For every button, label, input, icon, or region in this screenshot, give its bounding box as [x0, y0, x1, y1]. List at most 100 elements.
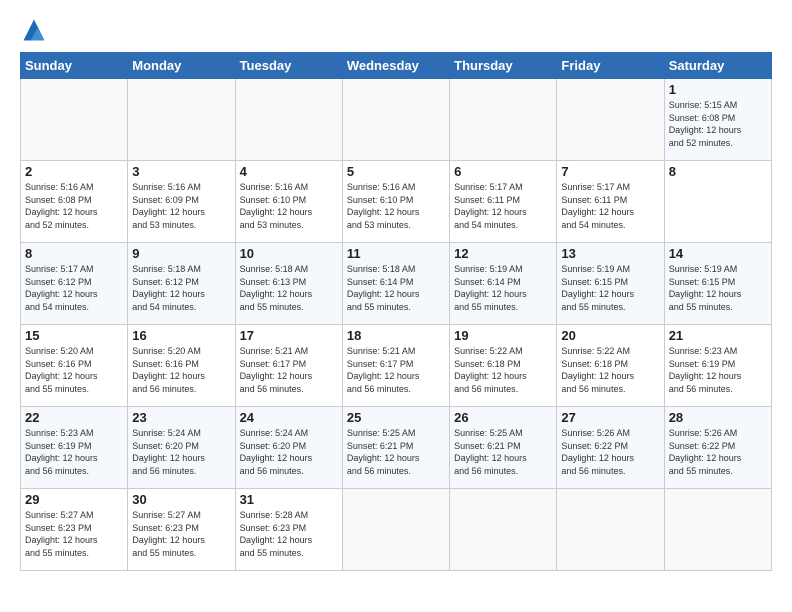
weekday-header-wednesday: Wednesday — [342, 53, 449, 79]
calendar-cell: 22Sunrise: 5:23 AM Sunset: 6:19 PM Dayli… — [21, 407, 128, 489]
calendar-cell — [235, 79, 342, 161]
day-info: Sunrise: 5:22 AM Sunset: 6:18 PM Dayligh… — [454, 345, 552, 395]
calendar-cell: 2 Sunrise: 5:16 AM Sunset: 6:08 PM Daylig… — [21, 161, 128, 243]
day-info: Sunrise: 5:16 AM Sunset: 6:10 PM Dayligh… — [240, 181, 338, 231]
day-number: 27 — [561, 410, 659, 425]
day-number: 2 — [25, 164, 123, 179]
day-number: 17 — [240, 328, 338, 343]
calendar-cell: 19 Sunrise: 5:22 AM Sunset: 6:18 PM Dayli… — [450, 325, 557, 407]
calendar-cell: 29 Sunrise: 5:27 AM Sunset: 6:23 PM Dayli… — [21, 489, 128, 571]
day-number: 8 — [669, 164, 767, 179]
day-number: 21 — [669, 328, 767, 343]
calendar-cell: 1 Sunrise: 5:15 AM Sunset: 6:08 PM Daylig… — [664, 79, 771, 161]
calendar-cell: 6 Sunrise: 5:17 AM Sunset: 6:11 PM Daylig… — [450, 161, 557, 243]
day-number: 29 — [25, 492, 123, 507]
day-number: 11 — [347, 246, 445, 261]
day-info: Sunrise: 5:18 AM Sunset: 6:12 PM Dayligh… — [132, 263, 230, 313]
calendar-cell: 12 Sunrise: 5:19 AM Sunset: 6:14 PM Dayli… — [450, 243, 557, 325]
header — [20, 16, 772, 44]
day-info: Sunrise: 5:20 AM Sunset: 6:16 PM Dayligh… — [25, 345, 123, 395]
day-number: 16 — [132, 328, 230, 343]
day-number: 9 — [132, 246, 230, 261]
week-row-6: 29 Sunrise: 5:27 AM Sunset: 6:23 PM Dayli… — [21, 489, 772, 571]
day-info: Sunrise: 5:17 AM Sunset: 6:11 PM Dayligh… — [454, 181, 552, 231]
calendar-cell — [342, 79, 449, 161]
calendar-cell: 27 Sunrise: 5:26 AM Sunset: 6:22 PM Dayli… — [557, 407, 664, 489]
day-info: Sunrise: 5:26 AM Sunset: 6:22 PM Dayligh… — [561, 427, 659, 477]
day-info: Sunrise: 5:24 AM Sunset: 6:20 PM Dayligh… — [132, 427, 230, 477]
day-info: Sunrise: 5:15 AM Sunset: 6:08 PM Dayligh… — [669, 99, 767, 149]
day-number: 7 — [561, 164, 659, 179]
calendar-cell — [342, 489, 449, 571]
calendar-cell: 10Sunrise: 5:18 AM Sunset: 6:13 PM Dayli… — [235, 243, 342, 325]
day-info: Sunrise: 5:20 AM Sunset: 6:16 PM Dayligh… — [132, 345, 230, 395]
calendar-cell — [450, 79, 557, 161]
day-info: Sunrise: 5:18 AM Sunset: 6:13 PM Dayligh… — [240, 263, 338, 313]
day-number: 19 — [454, 328, 552, 343]
calendar-cell: 5 Sunrise: 5:16 AM Sunset: 6:10 PM Daylig… — [342, 161, 449, 243]
day-number: 1 — [669, 82, 767, 97]
day-info: Sunrise: 5:21 AM Sunset: 6:17 PM Dayligh… — [240, 345, 338, 395]
day-info: Sunrise: 5:21 AM Sunset: 6:17 PM Dayligh… — [347, 345, 445, 395]
day-number: 14 — [669, 246, 767, 261]
weekday-header-tuesday: Tuesday — [235, 53, 342, 79]
week-row-2: 2 Sunrise: 5:16 AM Sunset: 6:08 PM Daylig… — [21, 161, 772, 243]
weekday-header-sunday: Sunday — [21, 53, 128, 79]
calendar-cell: 28 Sunrise: 5:26 AM Sunset: 6:22 PM Dayli… — [664, 407, 771, 489]
day-info: Sunrise: 5:23 AM Sunset: 6:19 PM Dayligh… — [669, 345, 767, 395]
day-info: Sunrise: 5:18 AM Sunset: 6:14 PM Dayligh… — [347, 263, 445, 313]
day-number: 18 — [347, 328, 445, 343]
day-info: Sunrise: 5:19 AM Sunset: 6:15 PM Dayligh… — [669, 263, 767, 313]
calendar-cell: 18 Sunrise: 5:21 AM Sunset: 6:17 PM Dayli… — [342, 325, 449, 407]
day-number: 5 — [347, 164, 445, 179]
day-info: Sunrise: 5:16 AM Sunset: 6:08 PM Dayligh… — [25, 181, 123, 231]
day-number: 8 — [25, 246, 123, 261]
day-number: 12 — [454, 246, 552, 261]
day-number: 20 — [561, 328, 659, 343]
day-info: Sunrise: 5:17 AM Sunset: 6:11 PM Dayligh… — [561, 181, 659, 231]
calendar-cell: 13Sunrise: 5:19 AM Sunset: 6:15 PM Dayli… — [557, 243, 664, 325]
week-row-5: 22Sunrise: 5:23 AM Sunset: 6:19 PM Dayli… — [21, 407, 772, 489]
calendar-cell: 7 Sunrise: 5:17 AM Sunset: 6:11 PM Daylig… — [557, 161, 664, 243]
calendar-container: SundayMondayTuesdayWednesdayThursdayFrid… — [0, 0, 792, 581]
day-info: Sunrise: 5:25 AM Sunset: 6:21 PM Dayligh… — [454, 427, 552, 477]
calendar-cell: 14 Sunrise: 5:19 AM Sunset: 6:15 PM Dayli… — [664, 243, 771, 325]
day-number: 25 — [347, 410, 445, 425]
day-number: 28 — [669, 410, 767, 425]
day-info: Sunrise: 5:25 AM Sunset: 6:21 PM Dayligh… — [347, 427, 445, 477]
calendar-cell: 17 Sunrise: 5:21 AM Sunset: 6:17 PM Dayli… — [235, 325, 342, 407]
calendar-table: SundayMondayTuesdayWednesdayThursdayFrid… — [20, 52, 772, 571]
calendar-cell: 26 Sunrise: 5:25 AM Sunset: 6:21 PM Dayli… — [450, 407, 557, 489]
day-info: Sunrise: 5:26 AM Sunset: 6:22 PM Dayligh… — [669, 427, 767, 477]
day-info: Sunrise: 5:19 AM Sunset: 6:15 PM Dayligh… — [561, 263, 659, 313]
day-number: 22 — [25, 410, 123, 425]
weekday-header-saturday: Saturday — [664, 53, 771, 79]
day-number: 31 — [240, 492, 338, 507]
weekday-header-friday: Friday — [557, 53, 664, 79]
week-row-4: 15Sunrise: 5:20 AM Sunset: 6:16 PM Dayli… — [21, 325, 772, 407]
day-number: 26 — [454, 410, 552, 425]
calendar-cell: 30Sunrise: 5:27 AM Sunset: 6:23 PM Dayli… — [128, 489, 235, 571]
day-info: Sunrise: 5:22 AM Sunset: 6:18 PM Dayligh… — [561, 345, 659, 395]
calendar-cell: 9 Sunrise: 5:18 AM Sunset: 6:12 PM Daylig… — [128, 243, 235, 325]
day-number: 4 — [240, 164, 338, 179]
calendar-cell: 15Sunrise: 5:20 AM Sunset: 6:16 PM Dayli… — [21, 325, 128, 407]
day-info: Sunrise: 5:19 AM Sunset: 6:14 PM Dayligh… — [454, 263, 552, 313]
day-number: 3 — [132, 164, 230, 179]
calendar-cell: 23 Sunrise: 5:24 AM Sunset: 6:20 PM Dayli… — [128, 407, 235, 489]
logo — [20, 16, 52, 44]
calendar-cell — [21, 79, 128, 161]
weekday-header-row: SundayMondayTuesdayWednesdayThursdayFrid… — [21, 53, 772, 79]
calendar-cell: 31Sunrise: 5:28 AM Sunset: 6:23 PM Dayli… — [235, 489, 342, 571]
day-info: Sunrise: 5:16 AM Sunset: 6:10 PM Dayligh… — [347, 181, 445, 231]
calendar-cell — [664, 489, 771, 571]
day-number: 6 — [454, 164, 552, 179]
calendar-cell: 3Sunrise: 5:16 AM Sunset: 6:09 PM Daylig… — [128, 161, 235, 243]
weekday-header-monday: Monday — [128, 53, 235, 79]
day-info: Sunrise: 5:27 AM Sunset: 6:23 PM Dayligh… — [25, 509, 123, 559]
day-number: 23 — [132, 410, 230, 425]
calendar-cell: 8 — [664, 161, 771, 243]
weekday-header-thursday: Thursday — [450, 53, 557, 79]
calendar-cell — [557, 79, 664, 161]
week-row-1: 1 Sunrise: 5:15 AM Sunset: 6:08 PM Daylig… — [21, 79, 772, 161]
